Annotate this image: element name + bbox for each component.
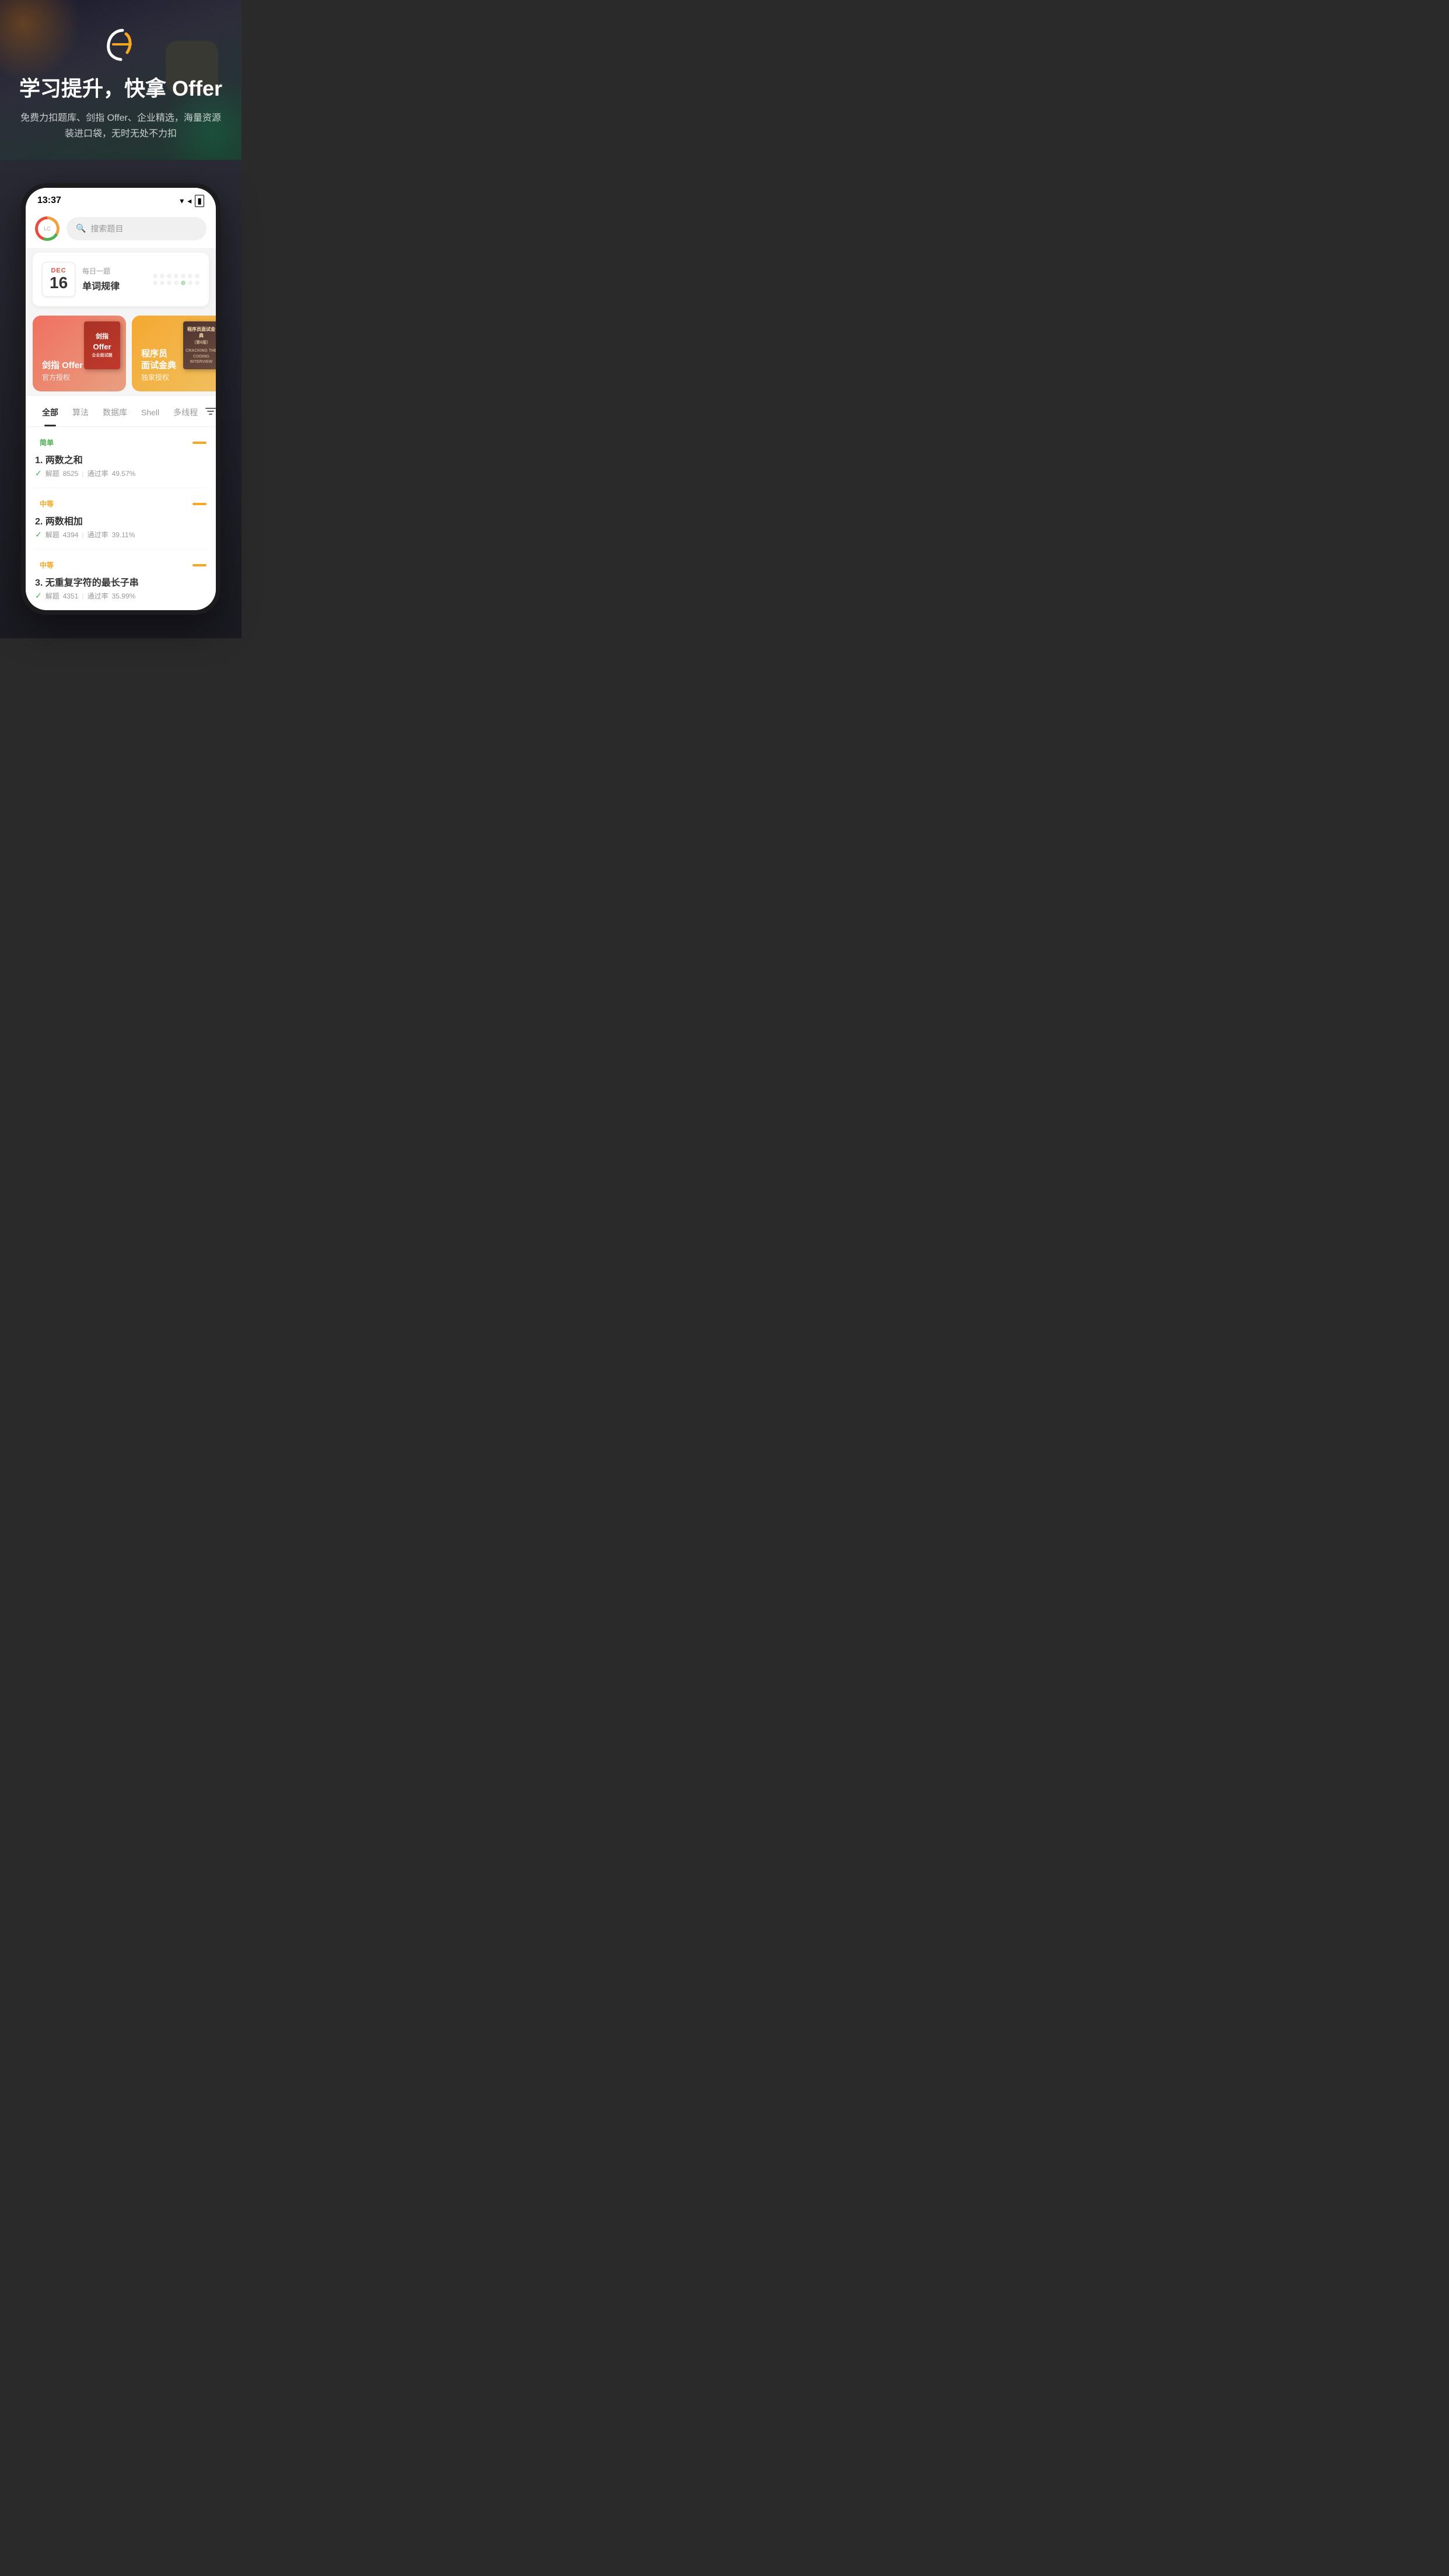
tab-bar: 全部 算法 数据库 Shell 多线程 — [26, 396, 216, 427]
card-offer-subtitle: 官方授权 — [42, 372, 117, 382]
daily-label: 每日一题 — [82, 266, 146, 276]
problem-list: 简单 1. 两数之和 ✓ 解题 8525 | 通过率 49.57% — [26, 427, 216, 610]
problem-2-header: 中等 — [35, 498, 206, 510]
problem-1-title: 1. 两数之和 — [35, 452, 206, 466]
problem-item-3[interactable]: 中等 3. 无重复字符的最长子串 ✓ 解题 4351 | 通过率 35.99% — [35, 550, 206, 610]
problem-3-difficulty: 中等 — [35, 559, 58, 571]
tab-shell[interactable]: Shell — [134, 404, 166, 421]
book-interview: 程序员面试金典 （第6版） CRACKING THE CODING INTERV… — [183, 321, 216, 369]
daily-title: 单词规律 — [82, 278, 146, 292]
dot-6 — [188, 274, 192, 278]
problem-item-2[interactable]: 中等 2. 两数相加 ✓ 解题 4394 | 通过率 39.11% — [35, 488, 206, 550]
tab-algorithm[interactable]: 算法 — [65, 403, 96, 422]
hero-subtitle: 免费力扣题库、剑指 Offer、企业精选，海量资源装进口袋，无时无处不力扣 — [12, 110, 230, 142]
date-month: DEC — [50, 267, 68, 274]
problem-3-header: 中等 — [35, 559, 206, 571]
problem-1-solved-label: 解题 — [46, 468, 60, 478]
problem-3-solved-label: 解题 — [46, 591, 60, 601]
problem-2-solved-label: 解题 — [46, 530, 60, 540]
leetcode-logo-icon — [100, 23, 141, 64]
dot-10 — [167, 281, 172, 285]
dot-5 — [181, 274, 186, 278]
problem-3-check-icon: ✓ — [35, 591, 42, 601]
problem-3-meta: ✓ 解题 4351 | 通过率 35.99% — [35, 591, 206, 601]
dot-7 — [195, 274, 200, 278]
dot-12-active — [181, 281, 186, 285]
book-offer: 剑指 Offer 企业面试题 — [84, 321, 120, 369]
dot-13 — [188, 281, 192, 285]
date-day: 16 — [50, 274, 68, 292]
daily-info: 每日一题 单词规律 — [82, 266, 146, 292]
card-offer[interactable]: 剑指 Offer 企业面试题 剑指 Offer 官方授权 — [33, 316, 126, 391]
date-box: DEC 16 — [42, 262, 75, 298]
problem-2-indicator — [192, 503, 206, 505]
problem-3-solved-count: 4351 — [63, 592, 79, 600]
dot-8 — [153, 281, 158, 285]
status-bar: 13:37 ▾ ◂ ▮ — [26, 188, 216, 212]
meta-divider-3: | — [82, 592, 83, 600]
problem-3-pass-label: 通过率 — [88, 591, 108, 601]
hero-title: 学习提升，快拿 Offer — [12, 76, 230, 101]
problem-3-pass-rate: 35.99% — [112, 592, 136, 600]
dot-2 — [160, 274, 164, 278]
search-bar[interactable]: 🔍 搜索题目 — [66, 217, 206, 240]
problem-2-check-icon: ✓ — [35, 530, 42, 540]
wifi-icon: ▾ — [180, 196, 184, 206]
problem-2-difficulty: 中等 — [35, 498, 58, 510]
problem-1-solved-count: 8525 — [63, 470, 79, 478]
hero-section: 学习提升，快拿 Offer 免费力扣题库、剑指 Offer、企业精选，海量资源装… — [0, 0, 242, 160]
problem-1-check-icon: ✓ — [35, 468, 42, 478]
card-interview-subtitle: 独家授权 — [141, 372, 216, 382]
tab-database[interactable]: 数据库 — [96, 403, 134, 422]
daily-challenge-card[interactable]: DEC 16 每日一题 单词规律 — [33, 253, 209, 307]
problem-1-difficulty: 简单 — [35, 436, 58, 449]
problem-1-header: 简单 — [35, 436, 206, 449]
problem-3-title: 3. 无重复字符的最长子串 — [35, 575, 206, 589]
problem-1-pass-label: 通过率 — [88, 468, 108, 478]
problem-2-solved-count: 4394 — [63, 531, 79, 539]
tab-multithread[interactable]: 多线程 — [166, 403, 205, 422]
dot-4 — [174, 274, 178, 278]
signal-icon: ◂ — [187, 196, 191, 206]
phone-screen: 13:37 ▾ ◂ ▮ LC 🔍 搜索题目 — [26, 188, 216, 611]
dot-9 — [160, 281, 164, 285]
status-icons: ▾ ◂ ▮ — [180, 195, 204, 207]
dot-14 — [195, 281, 200, 285]
filter-icon[interactable] — [205, 405, 216, 420]
logo-container — [12, 23, 230, 64]
problem-2-meta: ✓ 解题 4394 | 通过率 39.11% — [35, 530, 206, 540]
problem-2-pass-rate: 39.11% — [112, 531, 135, 539]
dot-11 — [174, 281, 178, 285]
problem-item-1[interactable]: 简单 1. 两数之和 ✓ 解题 8525 | 通过率 49.57% — [35, 427, 206, 488]
problem-2-pass-label: 通过率 — [88, 530, 108, 540]
card-interview[interactable]: 程序员面试金典 （第6版） CRACKING THE CODING INTERV… — [132, 316, 216, 391]
battery-icon: ▮ — [195, 195, 204, 207]
meta-divider-1: | — [82, 470, 83, 478]
dot-3 — [167, 274, 172, 278]
phone-mockup: 13:37 ▾ ◂ ▮ LC 🔍 搜索题目 — [21, 183, 220, 615]
problem-1-pass-rate: 49.57% — [112, 470, 136, 478]
tab-all[interactable]: 全部 — [35, 403, 65, 422]
category-cards: 剑指 Offer 企业面试题 剑指 Offer 官方授权 程序员面试金典 （第6… — [26, 311, 216, 396]
daily-dots — [153, 274, 200, 285]
status-time: 13:37 — [37, 195, 61, 206]
search-icon: 🔍 — [76, 223, 86, 233]
problem-1-indicator — [192, 442, 206, 444]
problem-1-meta: ✓ 解题 8525 | 通过率 49.57% — [35, 468, 206, 478]
app-header: LC 🔍 搜索题目 — [26, 212, 216, 248]
meta-divider-2: | — [82, 531, 83, 539]
avatar[interactable]: LC — [35, 216, 60, 241]
problem-3-indicator — [192, 564, 206, 566]
problem-2-title: 2. 两数相加 — [35, 513, 206, 527]
search-placeholder-text: 搜索题目 — [90, 223, 123, 235]
dot-1 — [153, 274, 158, 278]
